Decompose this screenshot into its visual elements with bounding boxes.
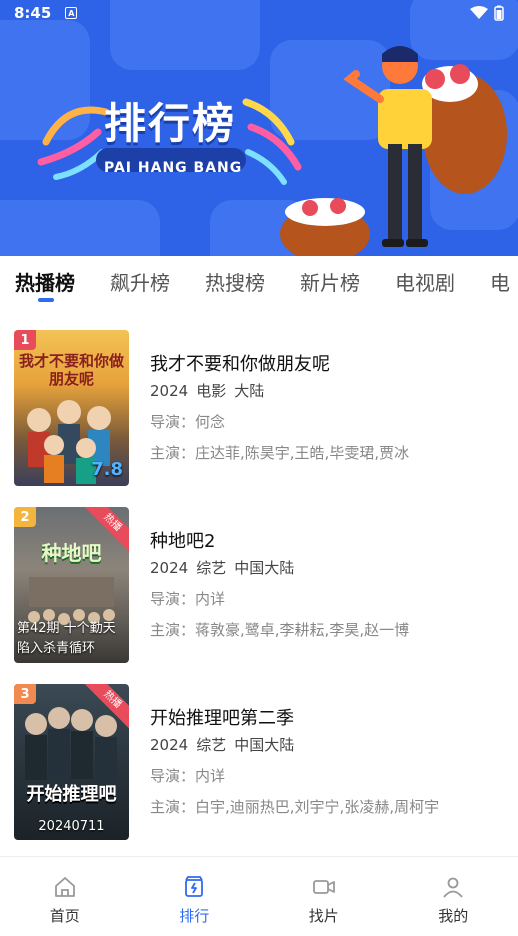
item-meta: 2024 电影 大陆 [150,380,500,402]
item-director: 导演：何念 [150,411,500,433]
item-cast: 主演：庄达菲,陈昊宇,王皓,毕雯珺,贾冰 [150,442,500,464]
poster-caption: 第42期 十个勤天陷入杀青循环 [17,621,116,656]
user-icon [443,877,463,898]
director-value: 内详 [195,590,226,608]
active-tab-indicator [38,298,54,302]
tab-rising[interactable]: 飙升榜 [110,267,170,296]
item-info: 我才不要和你做朋友呢 2024 电影 大陆 导演：何念 主演：庄达菲,陈昊宇,王皓,… [150,350,500,464]
rank-badge: 3 [14,684,36,704]
item-type: 综艺 [196,736,227,754]
banner-subtitle: PAI HANG BANG [104,160,243,176]
item-year: 2024 [150,559,189,577]
poster[interactable]: 开始推理吧 20240711 热播 3 [14,684,129,840]
home-icon [54,877,75,897]
rank-badge: 2 [14,507,36,527]
cast-label: 主演： [150,444,196,462]
director-value: 何念 [195,413,226,431]
item-region: 大陆 [234,382,265,400]
item-info: 种地吧2 2024 综艺 中国大陆 导演：内详 主演：蒋敦豪,鹭卓,李耕耘,李昊,赵… [150,527,500,641]
video-camera-icon [312,880,335,894]
tab-tv-series[interactable]: 电视剧 [395,267,455,296]
poster-date: 7.8 [91,459,123,480]
list-item[interactable]: 开始推理吧 20240711 热播 3 开始推理吧第二季 2024 综艺 中国大陆 … [14,660,504,840]
item-title[interactable]: 我才不要和你做朋友呢 [150,350,500,376]
ranking-banner: 8:45 A 排行榜 PAI HANG BANG [0,0,518,256]
item-director: 导演：内详 [150,765,500,787]
item-title[interactable]: 开始推理吧第二季 [150,704,500,730]
banner-logo: 排行榜 PAI HANG BANG [36,82,306,192]
status-bar: 8:45 A [0,0,518,26]
rank-badge: 1 [14,330,36,350]
battery-icon [494,5,504,21]
cast-value: 庄达菲,陈昊宇,王皓,毕雯珺,贾冰 [195,444,410,462]
item-year: 2024 [150,736,189,754]
nav-profile[interactable]: 我的 [389,857,518,936]
nav-label: 我的 [438,907,469,925]
cast-label: 主演： [150,798,196,816]
tab-new[interactable]: 新片榜 [300,267,360,296]
nav-label: 找片 [308,907,339,925]
poster-date: 20240711 [38,819,105,834]
nav-label: 排行 [179,907,210,925]
tab-hot-play[interactable]: 热播榜 [15,267,75,296]
cast-label: 主演： [150,621,196,639]
notification-icon: A [65,7,78,19]
list-item[interactable]: 我才不要和你做朋友呢 7.8 1 我才不要和你做朋友呢 2024 电影 大陆 导演：… [14,306,504,486]
director-label: 导演： [150,767,196,785]
nav-label: 首页 [49,907,80,925]
bottom-navigation: 首页 排行 找片 我的 [0,856,518,936]
item-title[interactable]: 种地吧2 [150,527,500,553]
list-item[interactable]: 种地吧 第42期 十个勤天陷入杀青循环 热播 2 种地吧2 2024 综艺 中国大陆… [14,483,504,663]
item-cast: 主演：白宇,迪丽热巴,刘宇宁,张凌赫,周柯宇 [150,796,500,818]
ranking-icon [185,876,204,897]
item-info: 开始推理吧第二季 2024 综艺 中国大陆 导演：内详 主演：白宇,迪丽热巴,刘宇宁… [150,704,500,818]
tab-more[interactable]: 电 [490,267,510,296]
nav-ranking[interactable]: 排行 [130,857,260,936]
item-meta: 2024 综艺 中国大陆 [150,557,500,579]
director-label: 导演： [150,413,196,431]
director-label: 导演： [150,590,196,608]
item-meta: 2024 综艺 中国大陆 [150,734,500,756]
item-type: 综艺 [196,559,227,577]
cast-value: 蒋敦豪,鹭卓,李耕耘,李昊,赵一博 [195,621,410,639]
poster[interactable]: 种地吧 第42期 十个勤天陷入杀青循环 热播 2 [14,507,129,663]
banner-illustration [280,46,507,256]
ranking-tabs: 热播榜 飙升榜 热搜榜 新片榜 电视剧 电 [0,256,518,306]
item-year: 2024 [150,382,189,400]
nav-home[interactable]: 首页 [0,857,130,936]
status-time: 8:45 [14,4,52,22]
banner-title: 排行榜 [104,99,237,148]
poster[interactable]: 我才不要和你做朋友呢 7.8 1 [14,330,129,486]
item-region: 中国大陆 [234,736,295,754]
poster-title: 开始推理吧 [26,784,117,805]
nav-find-video[interactable]: 找片 [259,857,389,936]
wifi-icon [470,6,488,19]
item-region: 中国大陆 [234,559,295,577]
item-cast: 主演：蒋敦豪,鹭卓,李耕耘,李昊,赵一博 [150,619,500,641]
tab-hot-search[interactable]: 热搜榜 [205,267,265,296]
item-type: 电影 [196,382,227,400]
director-value: 内详 [195,767,226,785]
item-director: 导演：内详 [150,588,500,610]
cast-value: 白宇,迪丽热巴,刘宇宁,张凌赫,周柯宇 [195,798,440,816]
